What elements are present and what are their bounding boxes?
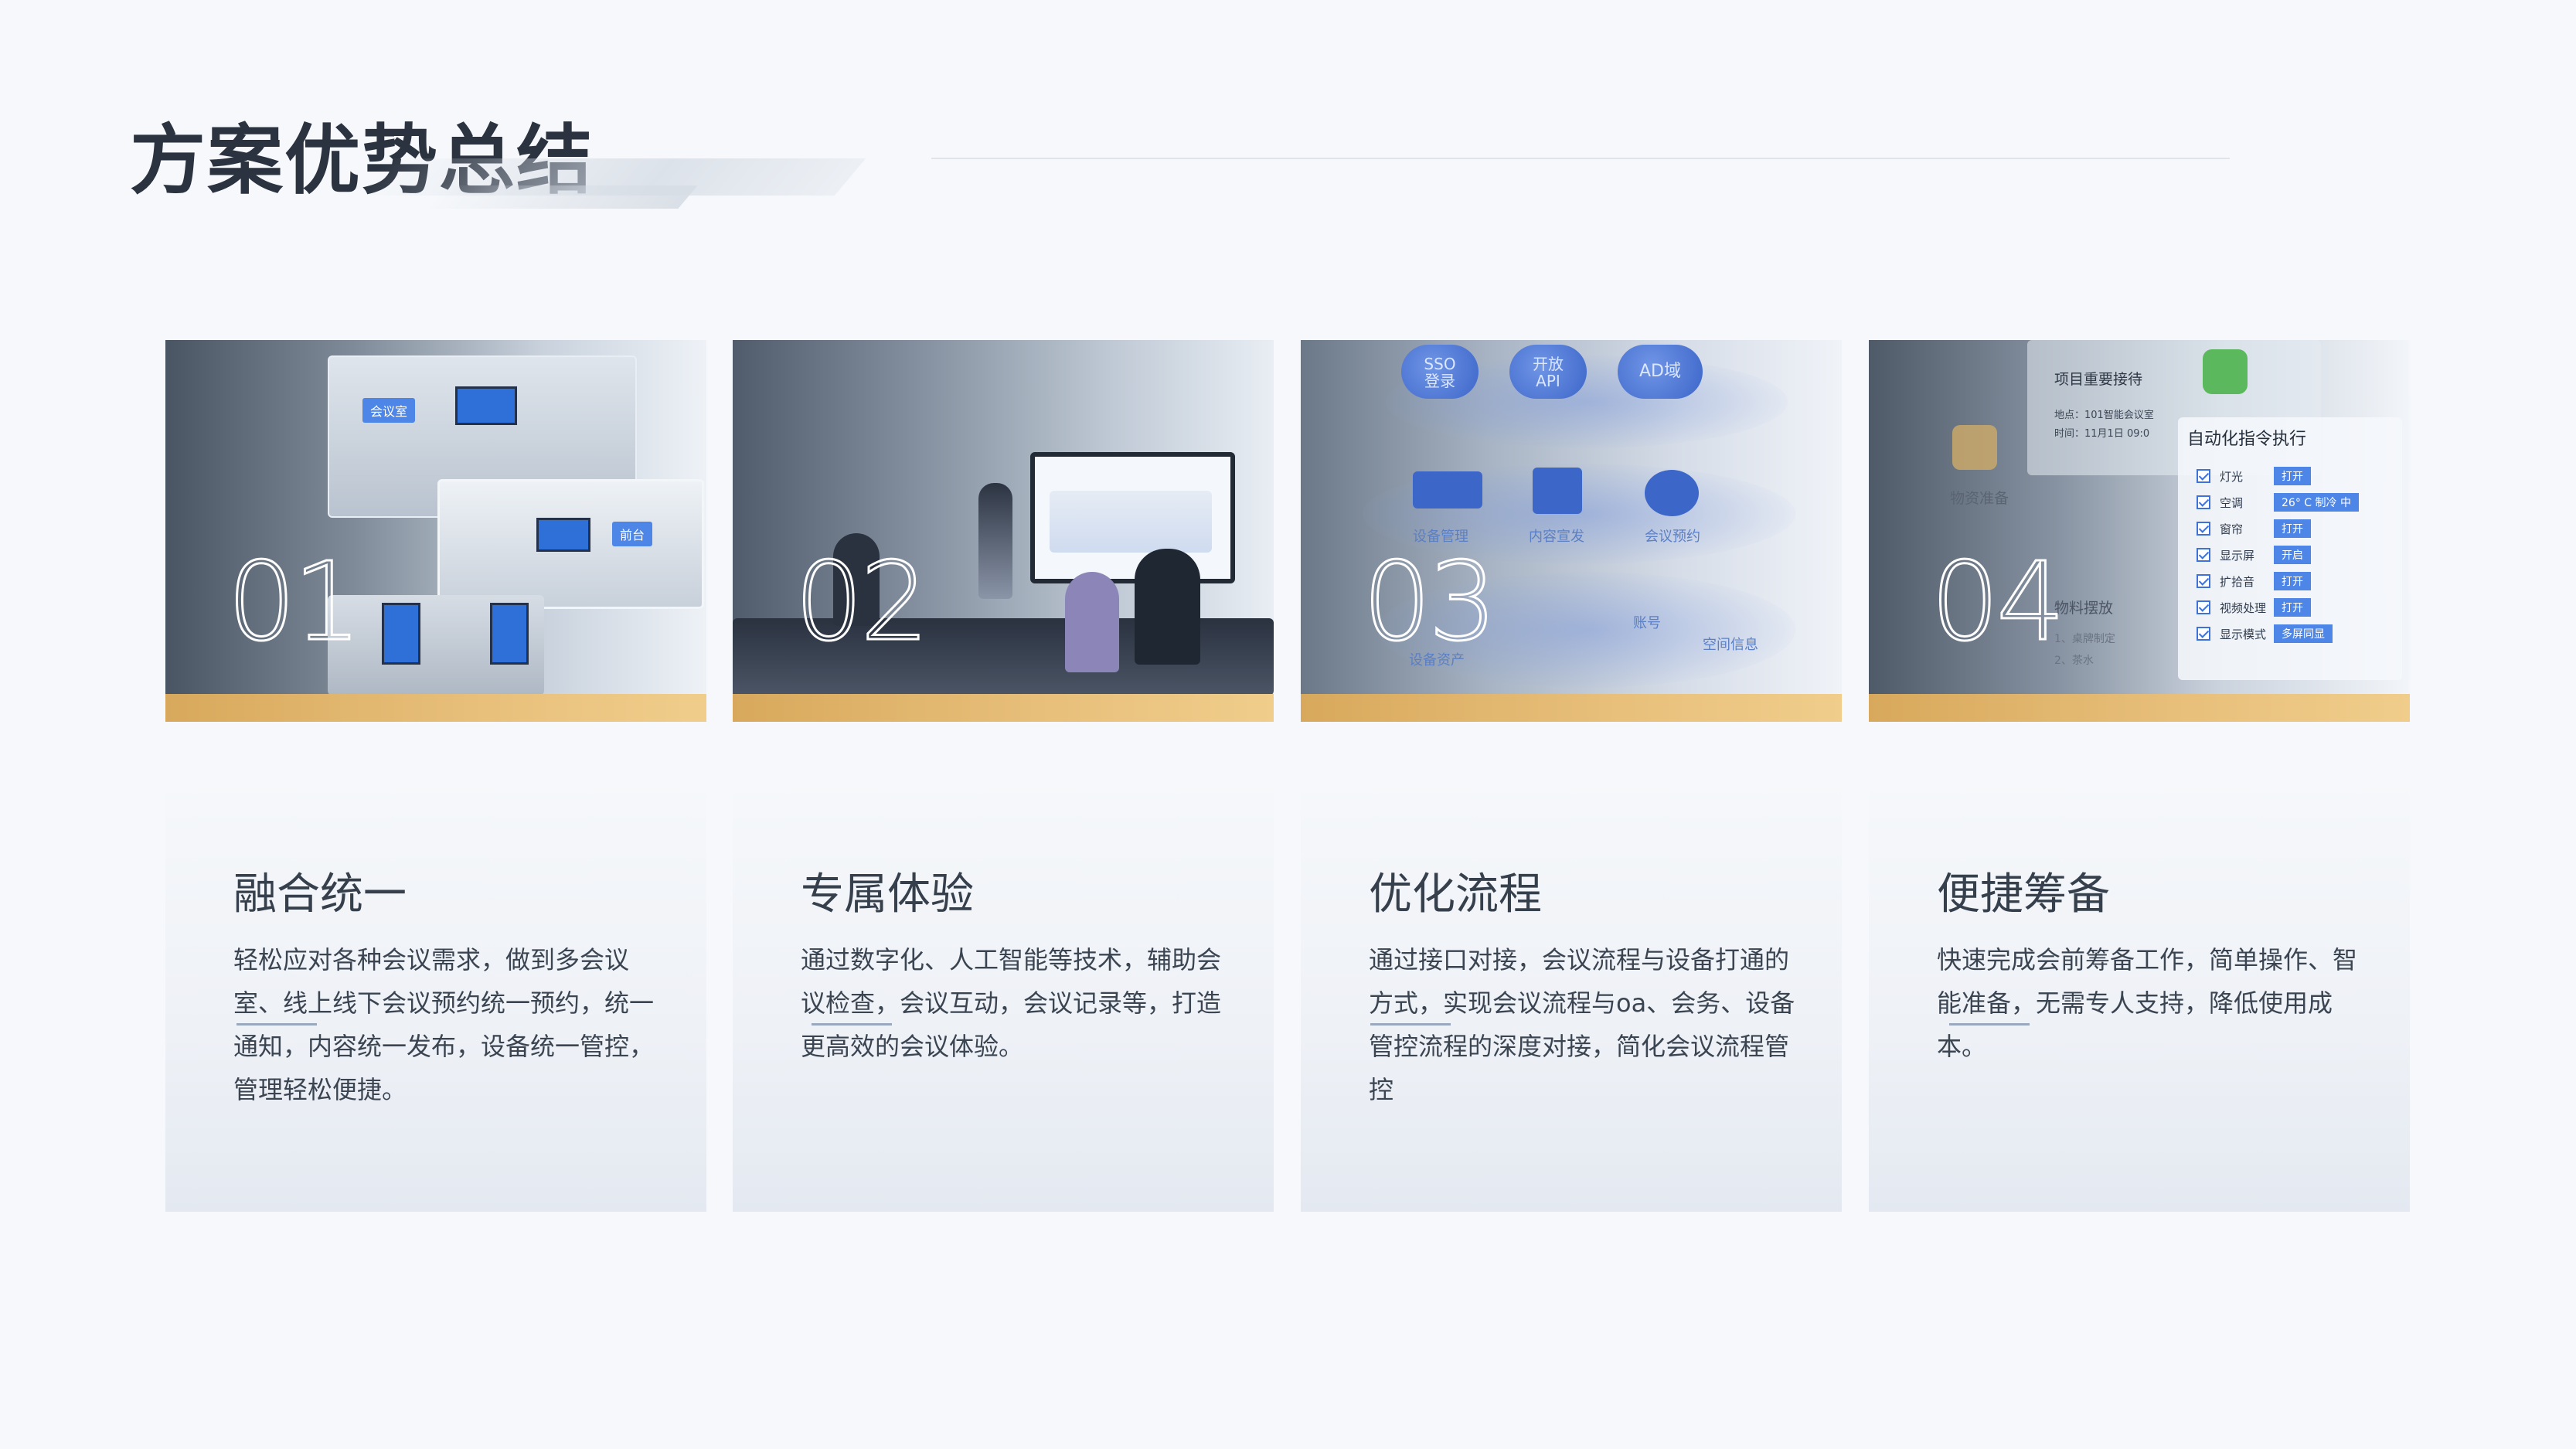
label-space: 空间信息 [1703,637,1758,653]
device-icon [1413,471,1482,509]
command-row: 显示模式 多屏同显 [2197,624,2333,643]
sso-pill: SSO 登录 [1401,345,1479,399]
board-chart [1050,491,1212,553]
accent-bar [1869,694,2410,722]
card-process: SSO 登录 开放 API AD域 设备管理 内容宣发 会议预约 账号 空间信息… [1301,340,1842,1212]
lobby-screen-1 [382,603,420,665]
api-pill: 开放 API [1509,345,1587,399]
attendee-2 [1135,549,1200,665]
reception-screen [536,518,590,552]
command-row: 窗帘 打开 [2197,519,2311,538]
command-row: 扩拾音 打开 [2197,572,2311,590]
checkbox-icon[interactable] [2197,548,2210,562]
command-name: 空调 [2220,495,2244,510]
checkbox-icon[interactable] [2197,495,2210,509]
checkbox-icon[interactable] [2197,522,2210,536]
command-name: 窗帘 [2220,522,2244,536]
checkbox-icon[interactable] [2197,627,2210,641]
command-name: 显示模式 [2220,627,2267,641]
lobby-screen-2 [490,603,529,665]
card-description: 快速完成会前筹备工作，简单操作、智能准备，无需专人支持，降低使用成本。 [1937,945,2358,1061]
title-decoration-2 [423,185,698,209]
content-icon [1533,468,1582,514]
chat-icon [2203,349,2248,394]
card-preparation: 项目重要接待 地点：101智能会议室 时间：11月1日 09:0 物资准备 物料… [1869,340,2410,1212]
card-title: 优化流程 [1369,869,1542,920]
card-underline [812,1023,892,1026]
card-image: 项目重要接待 地点：101智能会议室 时间：11月1日 09:0 物资准备 物料… [1869,340,2410,694]
card-image: SSO 登录 开放 API AD域 设备管理 内容宣发 会议预约 账号 空间信息… [1301,340,1842,694]
notice-title: 项目重要接待 [2054,371,2143,388]
command-row: 显示屏 开启 [2197,546,2311,564]
command-state: 26° C 制冷 中 [2274,493,2359,512]
attendee-3 [1065,572,1119,672]
display-screen [455,386,517,425]
command-row: 视频处理 打开 [2197,598,2311,617]
ad-pill: AD域 [1618,345,1703,399]
command-state: 打开 [2274,519,2311,538]
card-image: 会议室 前台 01 [165,340,706,694]
card-experience: 02 专属体验 通过数字化、人工智能等技术，辅助会议检查，会议互动，会议记录等，… [733,340,1274,1212]
notice-place: 地点：101智能会议室 [2054,410,2154,421]
command-name: 视频处理 [2220,600,2267,615]
notice-time: 时间：11月1日 09:0 [2054,428,2150,440]
presenter [978,483,1012,599]
card-title: 便捷筹备 [1937,869,2110,920]
card-body: 优化流程 通过接口对接，会议流程与设备打通的方式，实现会议流程与oa、会务、设备… [1301,773,1842,1212]
card-body: 专属体验 通过数字化、人工智能等技术，辅助会议检查，会议互动，会议记录等，打造更… [733,773,1274,1212]
left-label-placement: 物料摆放 [2054,600,2114,617]
header-divider [931,158,2230,159]
card-number: 01 [226,539,362,667]
command-name: 灯光 [2220,469,2244,484]
command-name: 显示屏 [2220,548,2255,563]
command-state: 打开 [2274,572,2311,590]
auto-title: 自动化指令执行 [2187,430,2307,449]
card-underline [237,1023,317,1026]
command-state: 打开 [2274,467,2311,485]
booking-icon [1645,470,1699,516]
command-state: 开启 [2274,546,2311,564]
room-tag: 会议室 [362,398,416,423]
card-body: 融合统一 轻松应对各种会议需求，做到多会议室、线上线下会议预约统一预约，统一通知… [165,773,706,1212]
checkbox-icon[interactable] [2197,600,2210,614]
command-state: 打开 [2274,598,2311,617]
checkbox-icon[interactable] [2197,574,2210,588]
accent-bar [1301,694,1842,722]
card-body: 便捷筹备 快速完成会前筹备工作，简单操作、智能准备，无需专人支持，降低使用成本。 [1869,773,2410,1212]
card-number: 03 [1361,539,1498,667]
card-description: 通过数字化、人工智能等技术，辅助会议检查，会议互动，会议记录等，打造更高效的会议… [801,945,1222,1061]
card-number: 02 [793,539,930,667]
card-number: 04 [1929,539,2066,667]
left-item-1: 1、桌牌制定 [2054,633,2115,645]
card-title: 融合统一 [233,869,407,920]
card-title: 专属体验 [801,869,974,920]
accent-bar [733,694,1274,722]
label-account: 账号 [1633,615,1661,631]
card-underline [1370,1023,1451,1026]
checkbox-icon[interactable] [2197,469,2210,483]
box-icon [1952,425,1997,470]
card-underline [1949,1023,2030,1026]
command-row: 空调 26° C 制冷 中 [2197,493,2359,512]
accent-bar [165,694,706,722]
card-image: 02 [733,340,1274,694]
card-fusion: 会议室 前台 01 融合统一 轻松应对各种会议需求，做到多会议室、线上线下会议预… [165,340,706,1212]
label-booking: 会议预约 [1645,529,1700,545]
command-state: 多屏同显 [2274,624,2333,643]
label-content: 内容宣发 [1529,529,1584,545]
reception-tag: 前台 [612,522,653,546]
command-row: 灯光 打开 [2197,467,2311,485]
left-label-materials: 物资准备 [1950,490,2009,507]
command-name: 扩拾音 [2220,574,2255,589]
